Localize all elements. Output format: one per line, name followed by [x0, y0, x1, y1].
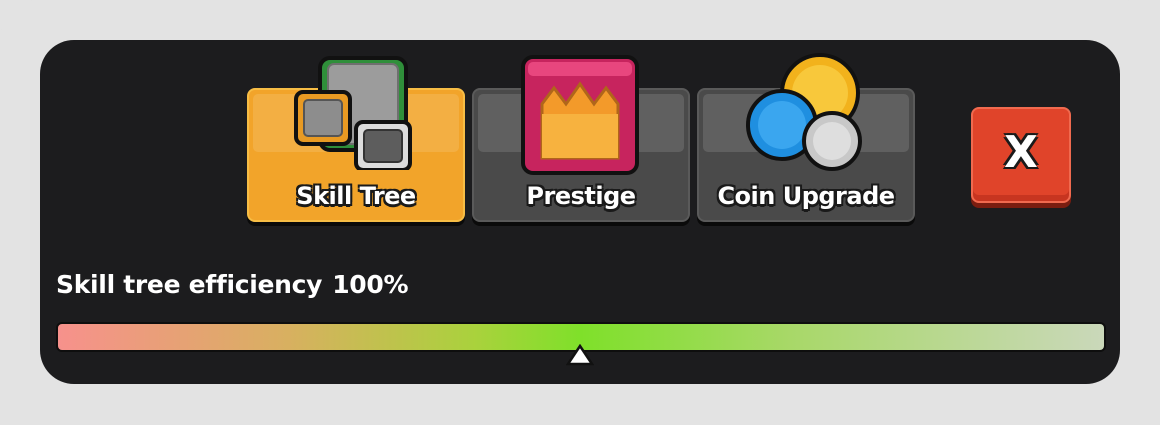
- crown-icon: [521, 55, 639, 175]
- close-button[interactable]: X: [971, 107, 1071, 203]
- efficiency-marker-icon: [566, 344, 594, 366]
- tab-skill-tree-label: Skill Tree: [296, 182, 416, 210]
- tab-prestige-label: Prestige: [526, 182, 636, 210]
- efficiency-title: Skill tree efficiency: [56, 270, 323, 299]
- close-icon: X: [1004, 127, 1038, 178]
- coins-icon: [746, 53, 862, 171]
- efficiency-label: Skill tree efficiency 100%: [56, 270, 418, 299]
- tab-coin-upgrade-label: Coin Upgrade: [717, 182, 895, 210]
- skill-tree-icon: [294, 56, 412, 170]
- efficiency-value: 100%: [332, 270, 409, 299]
